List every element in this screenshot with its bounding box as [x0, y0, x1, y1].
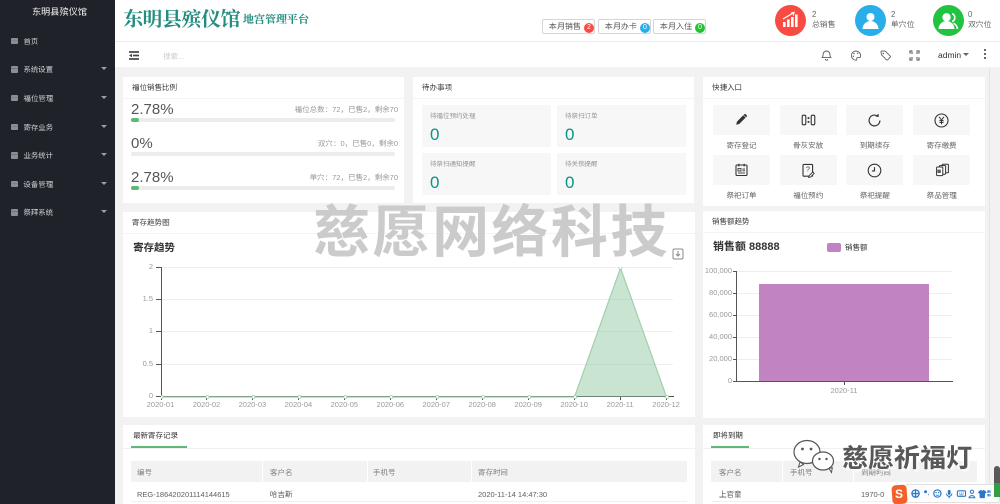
svg-text:?: ?	[806, 167, 810, 174]
